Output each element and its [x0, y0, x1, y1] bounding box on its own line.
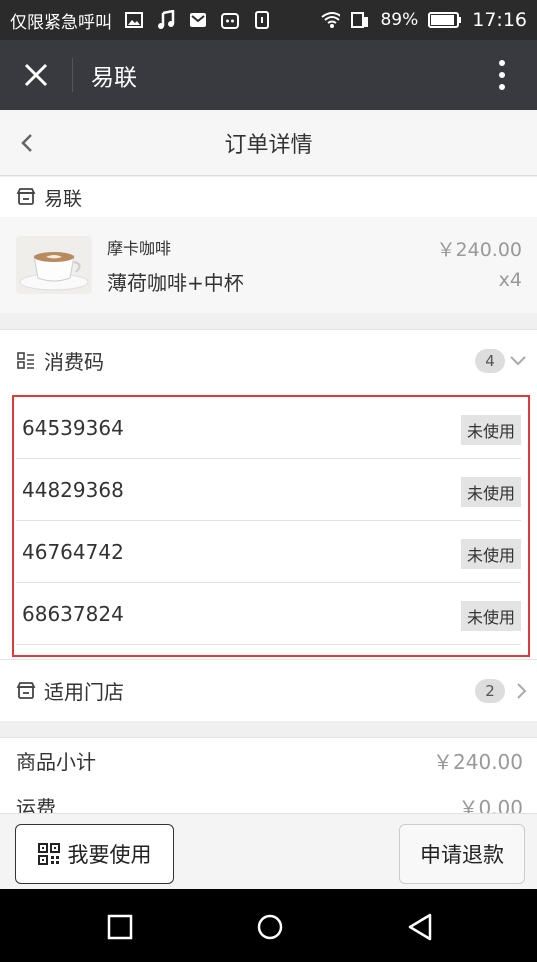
app-bar-title: 易联	[91, 65, 137, 91]
shop-row[interactable]: 易联	[0, 177, 537, 217]
clock: 17:16	[472, 9, 527, 31]
code-row: 68637824 未使用	[16, 583, 521, 645]
product-item[interactable]: 摩卡咖啡 薄荷咖啡+中杯 ￥240.00 x4	[0, 217, 537, 313]
more-menu-button[interactable]	[467, 40, 537, 110]
subtotal-value: ￥240.00	[433, 750, 523, 774]
shipping-label: 运费	[16, 795, 56, 814]
product-price: ￥240.00	[436, 239, 522, 261]
chevron-left-icon	[21, 134, 32, 152]
status-bar: 仅限紧急呼叫 89% 17:16	[0, 0, 537, 40]
code-number: 46764742	[22, 539, 124, 564]
subtotal-label: 商品小计	[16, 750, 96, 774]
code-status-badge: 未使用	[460, 601, 521, 631]
code-row: 44829368 未使用	[16, 459, 521, 521]
code-number: 44829368	[22, 477, 124, 502]
more-vertical-icon	[499, 60, 505, 90]
wifi-icon	[320, 10, 341, 30]
page-header: 订单详情	[0, 110, 537, 176]
subtotal-row: 商品小计 ￥240.00	[0, 737, 537, 783]
use-button[interactable]: 我要使用	[15, 824, 174, 884]
order-content[interactable]: 易联 摩卡咖啡 薄荷咖啡+中杯 ￥240.00 x4 消费码 4 6453936…	[0, 177, 537, 813]
store-icon	[16, 188, 36, 205]
codes-count-badge: 4	[475, 349, 505, 373]
store-icon	[16, 681, 36, 699]
back-nav-button[interactable]	[400, 907, 440, 947]
codes-section-header[interactable]: 消费码 4	[0, 329, 537, 391]
product-quantity: x4	[498, 269, 522, 291]
shipping-value: ￥0.00	[458, 795, 523, 814]
code-row: 46764742 未使用	[16, 521, 521, 583]
battery-icon	[428, 10, 462, 30]
code-status-badge: 未使用	[460, 477, 521, 507]
battery-percent: 89%	[380, 10, 419, 30]
stores-count-badge: 2	[475, 679, 505, 703]
home-button[interactable]	[250, 907, 290, 947]
list-icon	[17, 351, 34, 369]
product-image	[16, 236, 92, 294]
image-icon	[124, 10, 144, 30]
shop-name: 易联	[44, 187, 83, 210]
mail-icon	[188, 10, 208, 30]
carrier-text: 仅限紧急呼叫	[10, 12, 112, 33]
stores-section-header[interactable]: 适用门店 2	[0, 659, 537, 721]
chevron-down-icon[interactable]	[508, 351, 528, 371]
codes-section-title: 消费码	[44, 350, 104, 374]
stores-section-title: 适用门店	[44, 680, 124, 704]
use-button-label: 我要使用	[67, 843, 152, 867]
code-row: 64539364 未使用	[16, 397, 521, 459]
code-number: 68637824	[22, 601, 124, 626]
shipping-row: 运费 ￥0.00	[0, 783, 537, 813]
product-name: 薄荷咖啡+中杯	[107, 270, 244, 295]
triangle-back-icon	[408, 913, 432, 941]
code-number: 64539364	[22, 415, 124, 440]
back-button[interactable]	[14, 130, 40, 156]
close-icon	[24, 63, 48, 87]
music-icon	[156, 10, 176, 30]
codes-list: 64539364 未使用 44829368 未使用 46764742 未使用 6…	[0, 391, 537, 659]
cat-app-icon	[220, 10, 240, 30]
product-category: 摩卡咖啡	[107, 238, 172, 258]
circle-icon	[257, 914, 283, 940]
qr-code-icon	[37, 843, 60, 865]
recents-button[interactable]	[100, 907, 140, 947]
close-button[interactable]	[0, 40, 72, 110]
app-bar-divider	[72, 58, 73, 92]
page-title: 订单详情	[224, 132, 313, 158]
refund-button-label: 申请退款	[420, 843, 504, 867]
code-status-badge: 未使用	[460, 415, 521, 445]
signal-icon	[350, 10, 370, 30]
refund-button[interactable]: 申请退款	[399, 824, 525, 884]
app-bar: 易联	[0, 40, 537, 110]
sim-icon	[252, 10, 272, 30]
chevron-right-icon[interactable]	[512, 681, 532, 701]
system-nav-bar	[0, 889, 537, 962]
bottom-action-bar: 我要使用 申请退款	[0, 813, 537, 889]
square-icon	[107, 914, 133, 940]
code-status-badge: 未使用	[460, 539, 521, 569]
